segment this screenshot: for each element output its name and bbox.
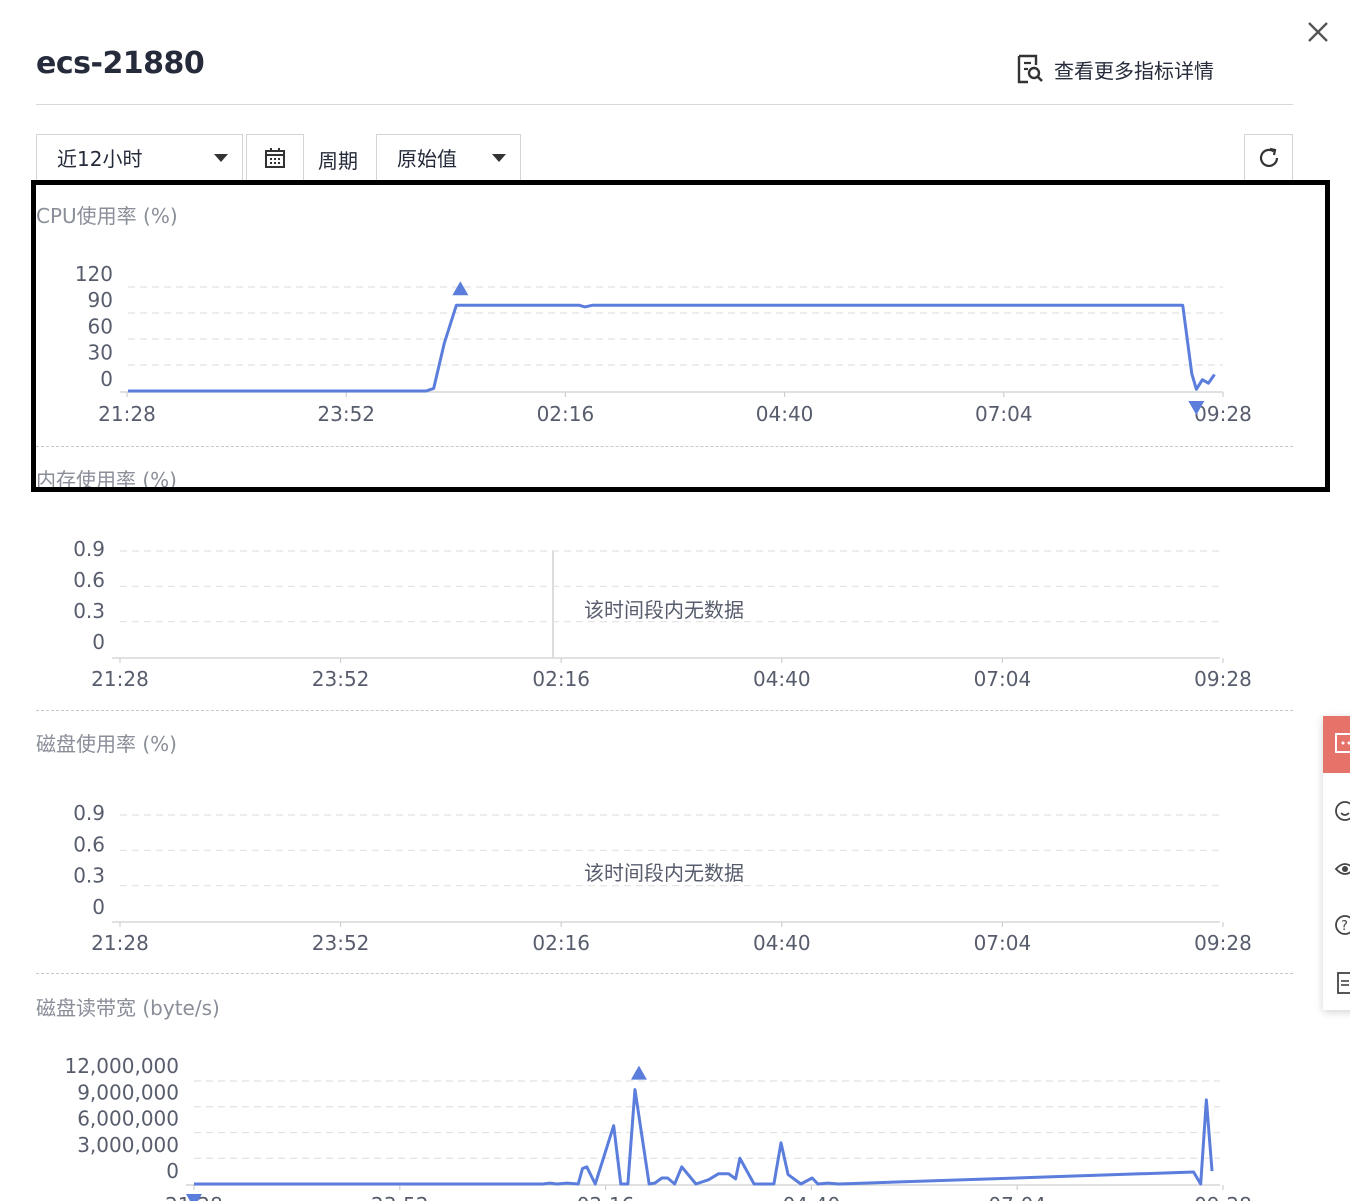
x-tick-label: 07:04 (974, 931, 1032, 955)
x-tick-label: 04:40 (756, 402, 814, 426)
x-tick-label: 23:52 (371, 1193, 429, 1201)
mem-chart-group: 0.9 0.6 0.3 0 21:28 23:52 02:16 04:40 07:04 09:28… (73, 537, 1252, 691)
side-panel-accent[interactable] (1323, 716, 1350, 773)
y-tick-label: 60 (88, 314, 113, 338)
x-tick-label: 04:40 (783, 1193, 841, 1201)
x-tick-label: 23:52 (317, 402, 375, 426)
max-marker (452, 281, 469, 296)
read-chart-group: 12,000,0009,000,0006,000,0003,000,000021… (64, 1054, 1252, 1201)
x-tick-label: 07:04 (974, 667, 1032, 691)
y-tick-label: 6,000,000 (77, 1107, 179, 1131)
document-icon[interactable] (1330, 968, 1350, 998)
x-tick-label: 09:28 (1194, 402, 1252, 426)
y-tick-label: 0 (92, 630, 105, 654)
y-tick-label: 0.3 (73, 864, 105, 888)
x-tick-label: 23:52 (312, 667, 370, 691)
x-tick-label: 02:16 (577, 1193, 635, 1201)
cpu-usage-chart: 120906030021:28 23:52 02:16 04:40 07:04 09:28… (64, 262, 1252, 1201)
x-tick-label: 07:04 (975, 402, 1033, 426)
x-tick-label: 23:52 (312, 931, 370, 955)
x-tick-label: 21:28 (91, 931, 149, 955)
y-tick-label: 30 (88, 341, 113, 365)
y-tick-label: 0.6 (73, 832, 105, 856)
y-tick-label: 0 (166, 1159, 179, 1183)
x-tick-label: 21:28 (98, 402, 156, 426)
y-tick-label: 12,000,000 (64, 1054, 179, 1078)
disk-chart-group: 0.9 0.6 0.3 0 21:28 23:52 02:16 04:40 07:04 09:28… (73, 801, 1252, 955)
series-line (128, 303, 1216, 393)
eye-icon[interactable] (1330, 854, 1350, 884)
y-tick-label: 9,000,000 (77, 1080, 179, 1104)
y-tick-label: 0.9 (73, 537, 105, 561)
x-tick-label: 07:04 (988, 1193, 1046, 1201)
smile-icon[interactable] (1330, 796, 1350, 826)
max-marker (630, 1065, 647, 1080)
x-tick-label: 09:28 (1194, 667, 1252, 691)
y-tick-label: 0 (100, 367, 113, 391)
x-tick-label: 02:16 (532, 667, 590, 691)
no-data-message: 该时间段内无数据 (584, 861, 744, 885)
x-tick-label: 04:40 (753, 931, 811, 955)
x-tick-label: 09:28 (1194, 931, 1252, 955)
svg-text:?: ? (1341, 919, 1348, 934)
series-line (194, 1088, 1214, 1186)
no-data-message: 该时间段内无数据 (584, 598, 744, 622)
y-tick-label: 0.3 (73, 599, 105, 623)
x-tick-label: 02:16 (532, 931, 590, 955)
y-tick-label: 0 (92, 895, 105, 919)
y-tick-label: 90 (88, 288, 113, 312)
cpu-chart-group: 1209060 300 21:28 23:52 02:16 04:40 07:04 09:28 (75, 262, 1252, 426)
y-tick-label: 3,000,000 (77, 1133, 179, 1157)
y-tick-label: 0.9 (73, 801, 105, 825)
help-icon[interactable]: ? (1330, 910, 1350, 940)
x-tick-label: 04:40 (753, 667, 811, 691)
y-tick-label: 0.6 (73, 568, 105, 592)
x-tick-label: 02:16 (537, 402, 595, 426)
y-tick-label: 120 (75, 262, 113, 286)
x-tick-label: 09:28 (1194, 1193, 1252, 1201)
x-tick-label: 21:28 (91, 667, 149, 691)
message-icon (1335, 733, 1350, 753)
